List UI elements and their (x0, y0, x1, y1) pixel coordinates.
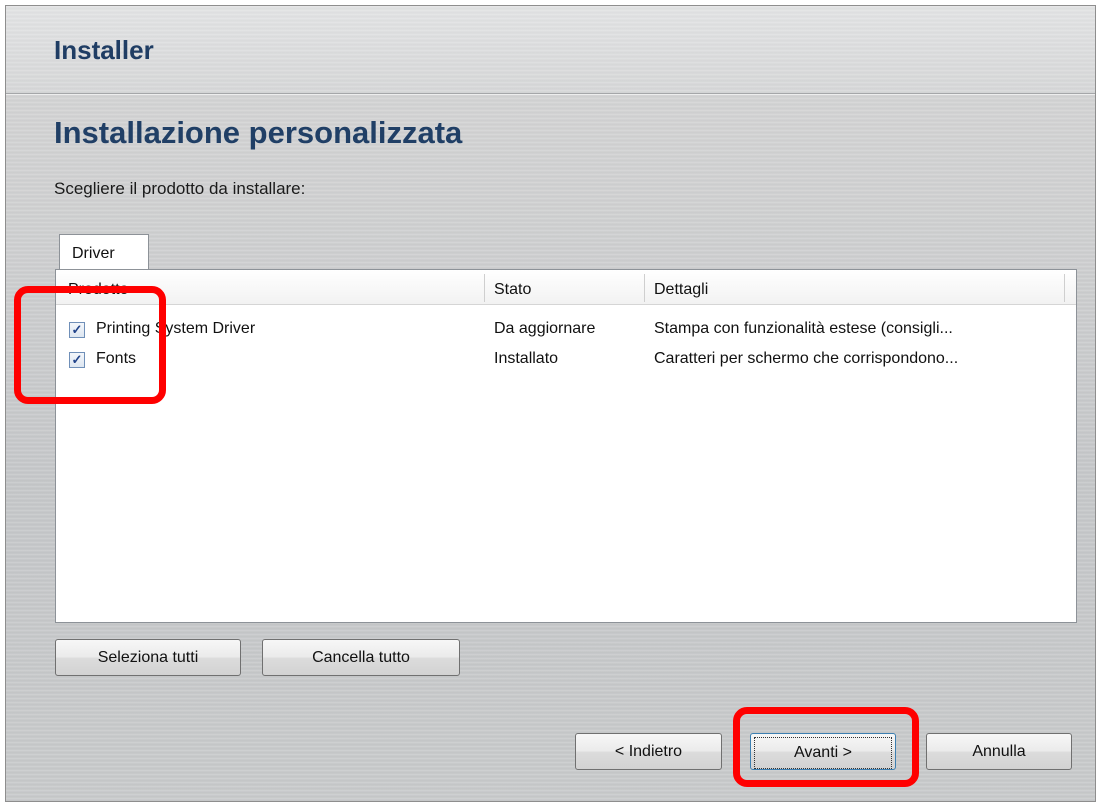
list-header: Prodotto Stato Dettagli (56, 270, 1076, 305)
select-all-button[interactable]: Seleziona tutti (55, 639, 241, 676)
clear-all-label: Cancella tutto (312, 648, 410, 666)
column-divider[interactable] (644, 274, 645, 302)
product-list: Prodotto Stato Dettagli ✓ Printing Syste… (55, 269, 1077, 623)
title-bar: Installer (6, 6, 1095, 94)
clear-all-button[interactable]: Cancella tutto (262, 639, 460, 676)
checkbox-highlight-box (14, 286, 166, 404)
page-heading: Installazione personalizzata (54, 115, 463, 150)
tab-driver[interactable]: Driver (59, 234, 149, 270)
product-status: Da aggiornare (494, 320, 596, 337)
cancel-button[interactable]: Annulla (926, 733, 1072, 770)
installer-window: Installer Installazione personalizzata S… (5, 5, 1096, 802)
product-details: Stampa con funzionalità estese (consigli… (654, 320, 953, 337)
back-label: < Indietro (614, 742, 683, 760)
column-header-status[interactable]: Stato (494, 270, 531, 304)
next-button-highlight-box (733, 707, 919, 787)
list-item[interactable]: ✓ Printing System Driver Da aggiornare S… (56, 318, 1076, 344)
select-all-label: Seleziona tutti (97, 648, 199, 666)
column-divider[interactable] (1064, 274, 1065, 302)
back-button[interactable]: < Indietro (575, 733, 722, 770)
list-item[interactable]: ✓ Fonts Installato Caratteri per schermo… (56, 348, 1076, 374)
window-title: Installer (54, 35, 154, 65)
product-details: Caratteri per schermo che corrispondono.… (654, 350, 959, 367)
instruction-text: Scegliere il prodotto da installare: (54, 179, 306, 198)
column-divider[interactable] (484, 274, 485, 302)
cancel-label: Annulla (972, 742, 1026, 760)
product-status: Installato (494, 350, 559, 367)
column-header-details[interactable]: Dettagli (654, 270, 708, 304)
